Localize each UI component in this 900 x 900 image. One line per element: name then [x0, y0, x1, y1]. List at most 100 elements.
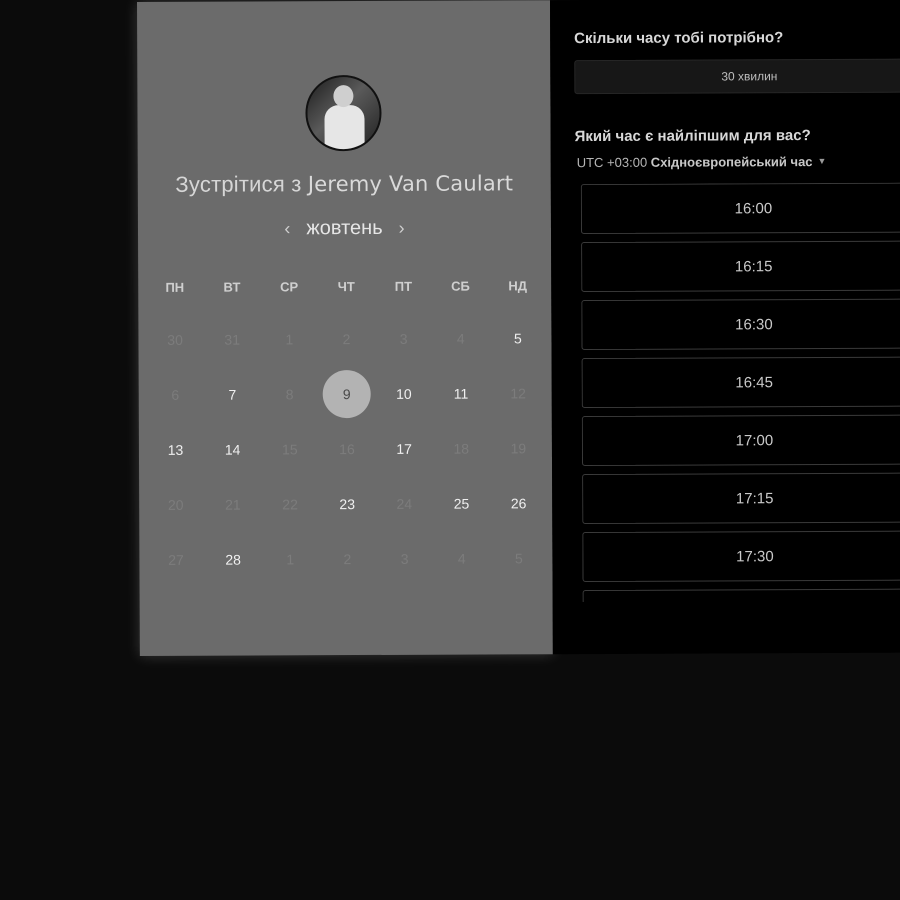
time-slot-button[interactable]: [582, 588, 900, 603]
timezone-offset: UTC +03:00: [576, 154, 648, 171]
calendar-day-number: 30: [167, 331, 183, 348]
calendar-day-number: 27: [168, 551, 184, 568]
calendar-day: 19: [490, 420, 547, 475]
calendar-day[interactable]: 28: [204, 531, 261, 586]
time-slot-button[interactable]: 16:00: [580, 182, 900, 235]
chevron-right-icon[interactable]: ›: [397, 218, 407, 239]
calendar-day-number: 15: [281, 440, 298, 457]
calendar-day: 21: [204, 476, 261, 531]
calendar-day-number: 17: [396, 440, 412, 457]
calendar-day[interactable]: 10: [375, 366, 432, 421]
calendar-day-number: 28: [225, 551, 241, 568]
time-slot-button[interactable]: 17:15: [582, 472, 900, 525]
calendar-day-number: 1: [285, 330, 294, 347]
calendar-day[interactable]: 13: [147, 422, 204, 477]
calendar-day-number: 26: [510, 494, 527, 511]
host-avatar: [305, 74, 382, 152]
calendar-day: 30: [146, 312, 203, 367]
calendar-day[interactable]: 11: [432, 365, 489, 420]
calendar-day-number: 14: [224, 441, 241, 458]
weekday-tue: ВТ: [223, 279, 241, 295]
booking-widget: Зустрітися з Jeremy Van Caulart ‹ жовтен…: [137, 0, 900, 656]
page-stage: Зустрітися з Jeremy Van Caulart ‹ жовтен…: [0, 0, 900, 900]
calendar-day[interactable]: 26: [490, 475, 547, 530]
timezone-name: Східноєвропейський час: [650, 154, 813, 170]
calendar-day-number: 10: [396, 385, 412, 402]
duration-select[interactable]: 30 хвилин: [574, 58, 900, 95]
calendar-day-number: 6: [171, 386, 180, 403]
weekday-header: ПН ВТ СР ЧТ ПТ СБ НД: [146, 278, 546, 295]
calendar-day-number: 3: [399, 330, 408, 347]
time-slot-button[interactable]: 16:30: [581, 298, 900, 351]
calendar-day-number: 12: [510, 384, 526, 401]
calendar-day-number: 2: [342, 330, 351, 347]
calendar-day-number: 25: [453, 495, 470, 512]
calendar-day-number: 9: [342, 385, 351, 402]
calendar-day: 20: [147, 477, 204, 532]
calendar-panel: Зустрітися з Jeremy Van Caulart ‹ жовтен…: [137, 0, 553, 656]
calendar-day: 3: [375, 311, 432, 366]
calendar-day: 1: [262, 531, 319, 586]
calendar-day-number: 18: [453, 440, 470, 457]
timezone-select[interactable]: UTC +03:00 Східноєвропейський час ▼: [577, 154, 827, 170]
calendar-day: 1: [261, 311, 318, 366]
calendar-day[interactable]: 23: [318, 476, 375, 531]
duration-question: Скільки часу тобі потрібно?: [574, 29, 784, 48]
calendar-day-number: 7: [228, 386, 237, 403]
calendar-day: 4: [433, 530, 490, 585]
time-slot-button[interactable]: 16:15: [581, 240, 900, 293]
time-slot-button[interactable]: 17:00: [581, 414, 900, 467]
host-name: Jeremy Van Caulart: [307, 171, 514, 197]
calendar-day[interactable]: 14: [204, 421, 261, 476]
calendar-day-number: 4: [457, 550, 466, 567]
weekday-thu: ЧТ: [337, 279, 355, 295]
calendar-day: 27: [147, 532, 204, 587]
meet-title: Зустрітися з Jeremy Van Caulart: [138, 170, 551, 198]
calendar-day-number: 23: [339, 495, 356, 512]
calendar-days-grid: 30 31 1 2 3 4 5 6 7 8 9 10 11 12 13 14 15 16 17 18 19 20 21 22 2…: [146, 310, 547, 587]
calendar-day-number: 24: [396, 495, 413, 512]
weekday-mon: ПН: [165, 279, 185, 295]
calendar-day[interactable]: 17: [375, 421, 432, 476]
caret-down-icon: ▼: [817, 155, 827, 167]
calendar-day-number: 31: [224, 331, 241, 348]
time-slot-list[interactable]: 16:00 16:15 16:30 16:45 17:00 17:15 17:30: [580, 182, 900, 603]
calendar-day: 24: [376, 476, 433, 531]
calendar-day-number: 2: [343, 550, 352, 567]
calendar-day-number: 11: [453, 385, 469, 402]
calendar-day[interactable]: 5: [489, 310, 546, 365]
calendar-day: 6: [147, 367, 204, 422]
calendar-day: 2: [319, 531, 376, 586]
calendar-day-number: 16: [339, 440, 355, 457]
calendar-day-number: 5: [513, 329, 522, 346]
calendar-day: 12: [489, 365, 546, 420]
calendar-day: 22: [261, 476, 318, 531]
calendar-day-number: 21: [225, 496, 241, 513]
time-slot-button[interactable]: 16:45: [581, 356, 900, 409]
weekday-wed: СР: [280, 279, 299, 295]
duration-value: 30 хвилин: [721, 69, 778, 84]
chevron-left-icon[interactable]: ‹: [282, 218, 292, 239]
month-navigation: ‹ жовтень ›: [138, 216, 551, 241]
calendar-day[interactable]: 7: [204, 366, 261, 421]
time-question: Який час є найліпшим для вас?: [574, 127, 811, 146]
calendar-day: 2: [318, 311, 375, 366]
calendar-day-number: 22: [282, 495, 298, 512]
calendar-day-number: 1: [286, 550, 295, 567]
calendar-day-selected[interactable]: 9: [318, 366, 375, 421]
time-selection-panel: Скільки часу тобі потрібно? 30 хвилин Як…: [549, 0, 900, 655]
calendar-day-number: 3: [400, 550, 409, 567]
time-slot-button[interactable]: 17:30: [582, 530, 900, 583]
month-label: жовтень: [306, 216, 383, 240]
meet-title-prefix: Зустрітися з: [175, 171, 302, 197]
calendar-day-number: 4: [456, 330, 465, 347]
calendar-day: 16: [318, 421, 375, 476]
calendar-day: 3: [376, 531, 433, 586]
calendar-day[interactable]: 25: [433, 475, 490, 530]
avatar-figure-head: [333, 85, 354, 108]
calendar-day-number: 20: [167, 496, 184, 513]
calendar-day: 18: [433, 420, 490, 475]
weekday-sun: НД: [508, 278, 528, 294]
calendar-day: 8: [261, 366, 318, 421]
avatar-figure-body: [324, 105, 365, 152]
